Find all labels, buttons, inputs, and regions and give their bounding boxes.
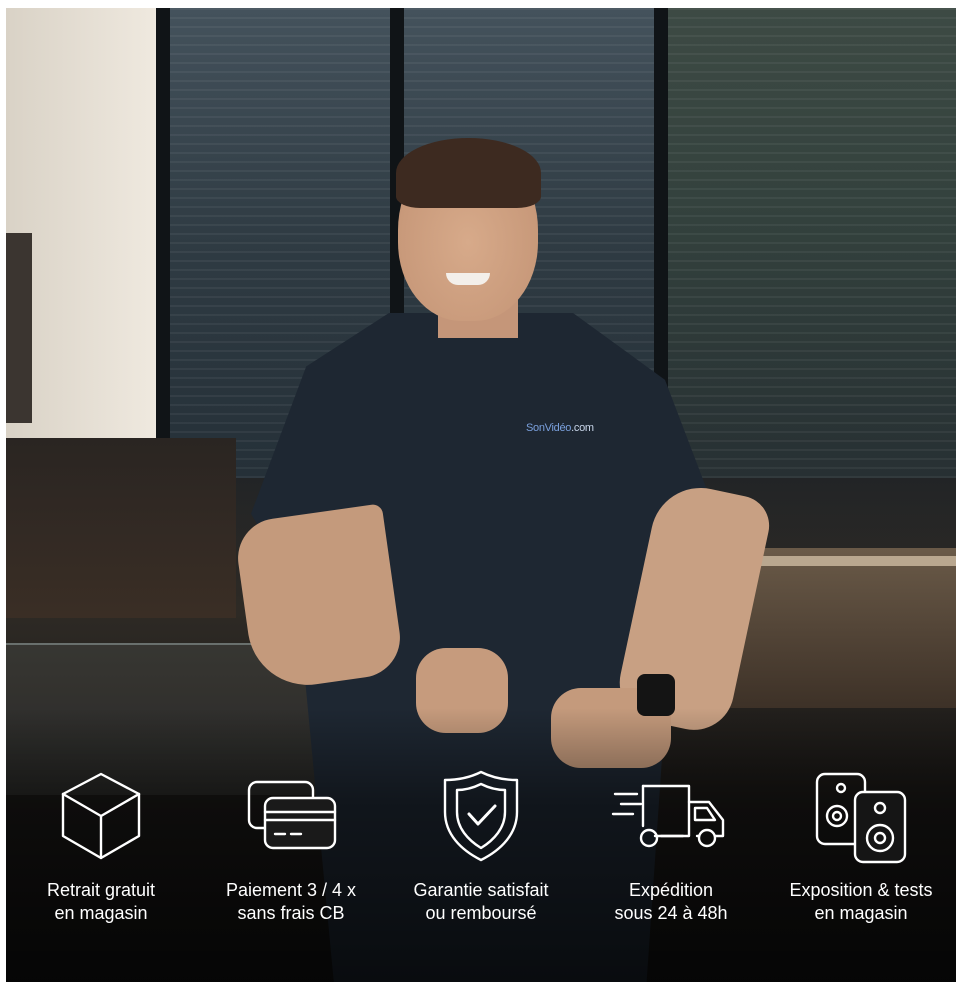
delivery-truck-icon	[611, 784, 725, 848]
feature-payment: Paiement 3 / 4 x sans frais CB	[196, 768, 386, 968]
feature-line-1: Retrait gratuit	[46, 880, 156, 900]
feature-line-1: Exposition & tests	[789, 880, 933, 900]
feature-guarantee: Garantie satisfait ou remboursé	[386, 768, 576, 968]
box-icon	[61, 772, 141, 860]
feature-line-2: sans frais CB	[237, 903, 345, 923]
hero-photo: SonVidéo.com Retrait gratuit en magasin	[6, 8, 956, 982]
shirt-logo: SonVidéo.com	[526, 422, 594, 434]
feature-line-2: ou remboursé	[425, 903, 537, 923]
smile	[446, 273, 490, 285]
shield-check-icon	[443, 770, 519, 862]
feature-line-2: en magasin	[54, 903, 148, 923]
feature-showroom: Exposition & tests en magasin	[766, 768, 956, 968]
feature-line-2: en magasin	[814, 903, 908, 923]
feature-line-1: Garantie satisfait	[413, 880, 549, 900]
store-wall	[6, 8, 156, 448]
turntable-counter	[6, 438, 236, 618]
feature-line-2: sous 24 à 48h	[614, 903, 728, 923]
store-window	[654, 8, 956, 478]
feature-line-1: Expédition	[628, 880, 714, 900]
feature-shipping: Expédition sous 24 à 48h	[576, 768, 766, 968]
feature-store-pickup: Retrait gratuit en magasin	[6, 768, 196, 968]
feature-list: Retrait gratuit en magasin Paiement 3 / …	[6, 768, 956, 968]
wall-picture	[6, 233, 32, 423]
speakers-icon	[815, 772, 907, 864]
credit-card-icon	[247, 780, 337, 850]
hair	[396, 138, 541, 208]
feature-line-1: Paiement 3 / 4 x	[225, 880, 357, 900]
